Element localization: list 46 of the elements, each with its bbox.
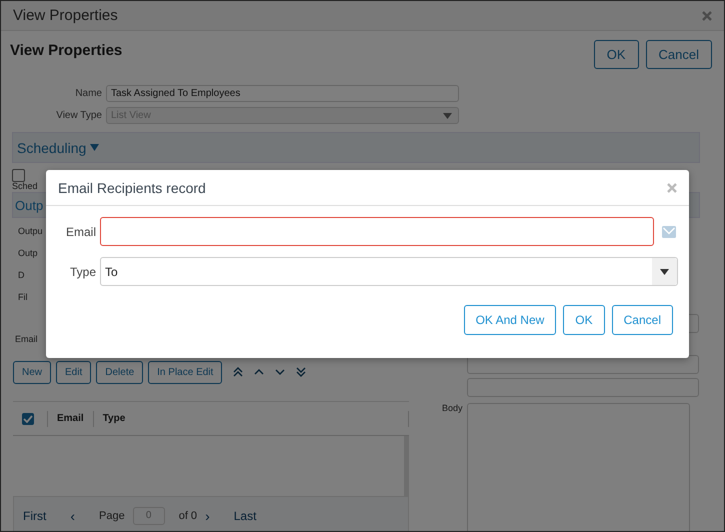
column-header[interactable]: Email <box>47 410 93 426</box>
schedule-checkbox[interactable] <box>12 169 25 182</box>
email-field[interactable] <box>100 217 654 246</box>
field-label: Type <box>68 264 97 278</box>
toolbar-button[interactable]: New <box>13 360 52 384</box>
field-label: Outpu <box>17 226 43 237</box>
dialog-title: Email Recipients record <box>58 180 206 196</box>
field-label: Fil <box>17 292 28 303</box>
dialog-button[interactable]: OK <box>563 305 605 335</box>
dialog-button[interactable]: Cancel <box>612 305 673 335</box>
field-label: Email <box>64 224 97 238</box>
scheduling-section-header[interactable]: Scheduling <box>12 132 700 163</box>
move-top-icon[interactable] <box>233 367 244 377</box>
move-bottom-icon[interactable] <box>296 367 306 377</box>
field-label: Body <box>442 403 464 415</box>
window-title: View Properties <box>13 7 118 24</box>
name-field[interactable]: Task Assigned To Employees <box>106 85 459 102</box>
field-label: Outp <box>17 248 38 259</box>
page-count: of 0 <box>178 510 198 522</box>
dropdown-arrow-icon <box>660 268 669 274</box>
close-icon[interactable] <box>702 10 712 20</box>
move-down-icon[interactable] <box>275 369 286 375</box>
last-page-link[interactable]: Last <box>234 509 256 523</box>
toolbar-button[interactable]: In Place Edit <box>148 360 222 384</box>
type-dropdown[interactable]: To <box>100 257 678 286</box>
previous-page-link[interactable]: ‹ <box>70 508 75 524</box>
checkbox-label: Sched <box>12 182 38 191</box>
dropdown-arrow-icon <box>443 112 452 118</box>
select-all-checkbox[interactable] <box>22 412 34 424</box>
toolbar-button[interactable]: Delete <box>96 360 144 384</box>
page-heading: View Properties <box>10 42 122 59</box>
text-field[interactable] <box>467 378 699 397</box>
dialog-button[interactable]: OK And New <box>464 305 556 335</box>
field-label: D <box>17 270 24 281</box>
next-page-link[interactable]: › <box>205 508 210 524</box>
close-icon[interactable] <box>667 182 677 192</box>
page-label: Page <box>99 510 125 522</box>
header-button[interactable]: Cancel <box>646 40 712 69</box>
move-up-icon[interactable] <box>254 369 264 375</box>
first-page-link[interactable]: First <box>23 509 46 523</box>
column-header[interactable]: Type <box>92 410 134 426</box>
field-label: Name <box>74 88 103 99</box>
toolbar-button[interactable]: Edit <box>56 360 92 384</box>
field-label: Email <box>14 334 38 345</box>
field-label: View Type <box>55 110 103 121</box>
header-button[interactable]: OK <box>594 40 639 69</box>
